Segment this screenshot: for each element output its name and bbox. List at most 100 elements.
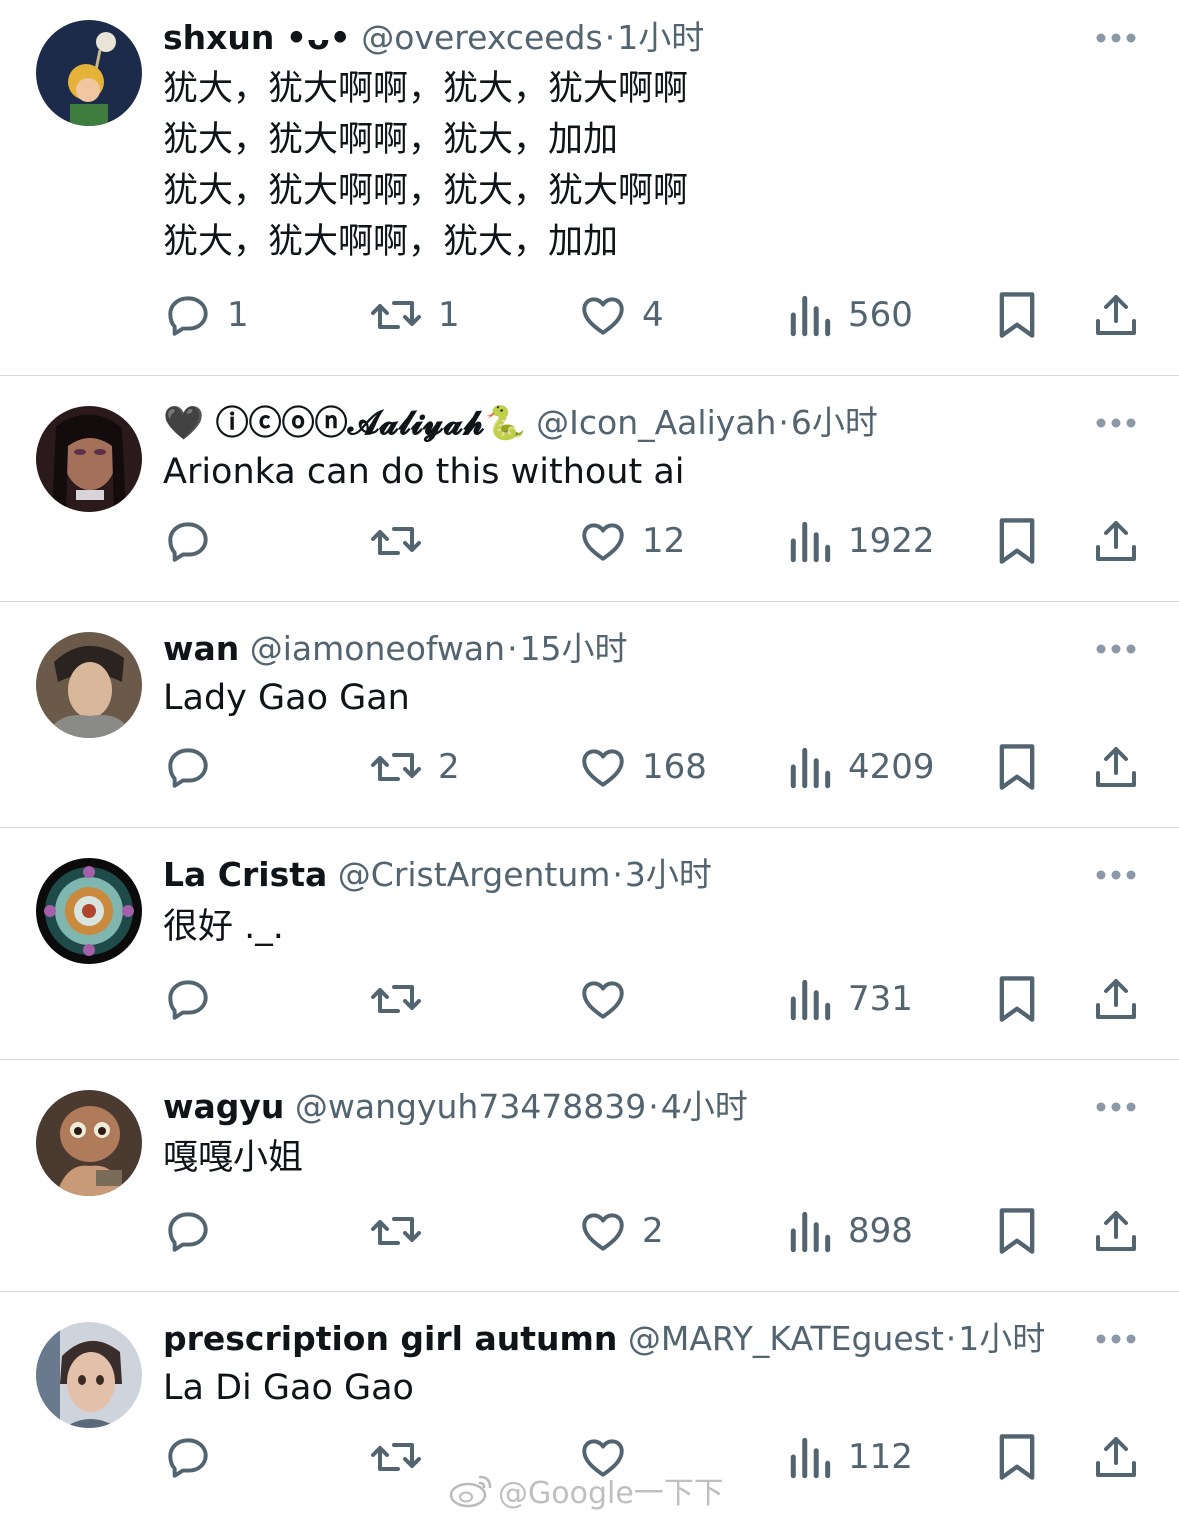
share-icon [1096, 521, 1136, 561]
reply-button[interactable] [163, 1203, 227, 1259]
display-name[interactable]: prescription girl autumn [163, 1319, 617, 1358]
views-chart-icon [790, 979, 831, 1021]
more-button[interactable] [1095, 865, 1137, 885]
retweet-button[interactable] [368, 1429, 438, 1485]
retweet-icon [371, 527, 421, 555]
reply-button[interactable] [163, 1429, 227, 1485]
bookmark-button[interactable] [995, 1203, 1039, 1259]
bookmark-icon [999, 976, 1035, 1022]
tweet-5[interactable]: wagyu @wangyuh73478839·4小时 嘎嘎小姐 2 898 [0, 1060, 1179, 1292]
timestamp[interactable]: 1小时 [958, 1319, 1045, 1358]
views-button[interactable]: 4209 [788, 739, 935, 795]
tweet-2[interactable]: 🖤 ⓘⓒⓞⓝ𝓐𝓪𝓵𝓲𝔂𝓪𝓱🐍 @Icon_Aaliyah·6小时 Arionka… [0, 376, 1179, 602]
timestamp[interactable]: 6小时 [791, 403, 878, 442]
tweet-actions: 1 1 4 560 [0, 287, 1179, 343]
avatar[interactable] [36, 858, 142, 964]
avatar[interactable] [36, 406, 142, 512]
tweet-3[interactable]: wan @iamoneofwan·15小时 Lady Gao Gan 2 168… [0, 602, 1179, 828]
share-icon [1096, 1437, 1136, 1477]
more-button[interactable] [1095, 1097, 1137, 1117]
reply-icon [168, 980, 208, 1020]
retweet-button[interactable]: 1 [368, 287, 460, 343]
more-button[interactable] [1095, 28, 1137, 48]
views-chart-icon [790, 295, 831, 337]
tweet-1[interactable]: shxun •ᴗ• @overexceeds·1小时 犹大，犹大啊啊，犹大，犹大… [0, 0, 1179, 376]
reply-button[interactable] [163, 513, 227, 569]
tweet-actions: 731 [0, 971, 1179, 1027]
share-button[interactable] [1092, 1203, 1140, 1259]
views-button[interactable]: 898 [788, 1203, 913, 1259]
avatar-image [36, 1322, 142, 1428]
like-button[interactable]: 2 [578, 1203, 664, 1259]
separator: · [612, 855, 623, 894]
user-handle[interactable]: @wangyuh73478839 [295, 1087, 646, 1126]
reply-count: 1 [227, 295, 249, 335]
timestamp[interactable]: 15小时 [520, 629, 628, 668]
share-button[interactable] [1092, 739, 1140, 795]
heart-icon [582, 749, 624, 787]
reply-button[interactable] [163, 739, 227, 795]
heart-icon [582, 1439, 624, 1477]
timestamp[interactable]: 4小时 [661, 1087, 748, 1126]
avatar[interactable] [36, 1322, 142, 1428]
like-button[interactable]: 168 [578, 739, 707, 795]
user-handle[interactable]: @CristArgentum [338, 855, 611, 894]
bookmark-button[interactable] [995, 739, 1039, 795]
more-button[interactable] [1095, 413, 1137, 433]
user-handle[interactable]: @MARY_KATEguest [628, 1319, 944, 1358]
more-dots-icon [1096, 33, 1136, 43]
like-button[interactable]: 12 [578, 513, 685, 569]
bookmark-button[interactable] [995, 971, 1039, 1027]
retweet-button[interactable] [368, 971, 438, 1027]
bookmark-button[interactable] [995, 1429, 1039, 1485]
retweet-button[interactable]: 2 [368, 739, 460, 795]
avatar[interactable] [36, 1090, 142, 1196]
tweet-text: 很好 ._. [163, 907, 284, 947]
retweet-icon [371, 301, 421, 329]
display-name[interactable]: 🖤 ⓘⓒⓞⓝ𝓐𝓪𝓵𝓲𝔂𝓪𝓱🐍 [163, 403, 526, 442]
display-name[interactable]: La Crista [163, 855, 327, 894]
views-button[interactable]: 731 [788, 971, 913, 1027]
share-button[interactable] [1092, 513, 1140, 569]
reply-icon [168, 748, 208, 788]
reply-button[interactable]: 1 [163, 287, 249, 343]
bookmark-icon [999, 292, 1035, 338]
like-button[interactable]: 4 [578, 287, 664, 343]
share-button[interactable] [1092, 287, 1140, 343]
more-button[interactable] [1095, 639, 1137, 659]
avatar-image [36, 20, 142, 126]
bookmark-button[interactable] [995, 513, 1039, 569]
heart-icon [582, 1213, 624, 1251]
like-button[interactable] [578, 971, 642, 1027]
bookmark-button[interactable] [995, 287, 1039, 343]
retweet-icon [371, 985, 421, 1013]
timestamp[interactable]: 3小时 [625, 855, 712, 894]
more-button[interactable] [1095, 1329, 1137, 1349]
user-handle[interactable]: @iamoneofwan [250, 629, 505, 668]
timestamp[interactable]: 1小时 [617, 18, 704, 57]
separator: · [507, 629, 518, 668]
share-button[interactable] [1092, 971, 1140, 1027]
display-name[interactable]: wan [163, 629, 239, 668]
display-name[interactable]: wagyu [163, 1087, 284, 1126]
views-button[interactable]: 560 [788, 287, 913, 343]
views-chart-icon [790, 521, 831, 563]
avatar[interactable] [36, 632, 142, 738]
tweet-4[interactable]: La Crista @CristArgentum·3小时 很好 ._. 731 [0, 828, 1179, 1060]
share-button[interactable] [1092, 1429, 1140, 1485]
retweet-button[interactable] [368, 1203, 438, 1259]
user-handle[interactable]: @Icon_Aaliyah [536, 403, 776, 442]
like-button[interactable] [578, 1429, 642, 1485]
user-handle[interactable]: @overexceeds [361, 18, 602, 57]
tweet-6[interactable]: prescription girl autumn @MARY_KATEguest… [0, 1292, 1179, 1520]
retweet-icon [371, 1217, 421, 1245]
retweet-button[interactable] [368, 513, 438, 569]
views-button[interactable]: 112 [788, 1429, 913, 1485]
views-button[interactable]: 1922 [788, 513, 935, 569]
reply-button[interactable] [163, 971, 227, 1027]
avatar[interactable] [36, 20, 142, 126]
more-dots-icon [1096, 870, 1136, 880]
retweet-icon [371, 1443, 421, 1471]
display-name[interactable]: shxun •ᴗ• [163, 18, 351, 57]
view-count: 560 [848, 295, 913, 335]
